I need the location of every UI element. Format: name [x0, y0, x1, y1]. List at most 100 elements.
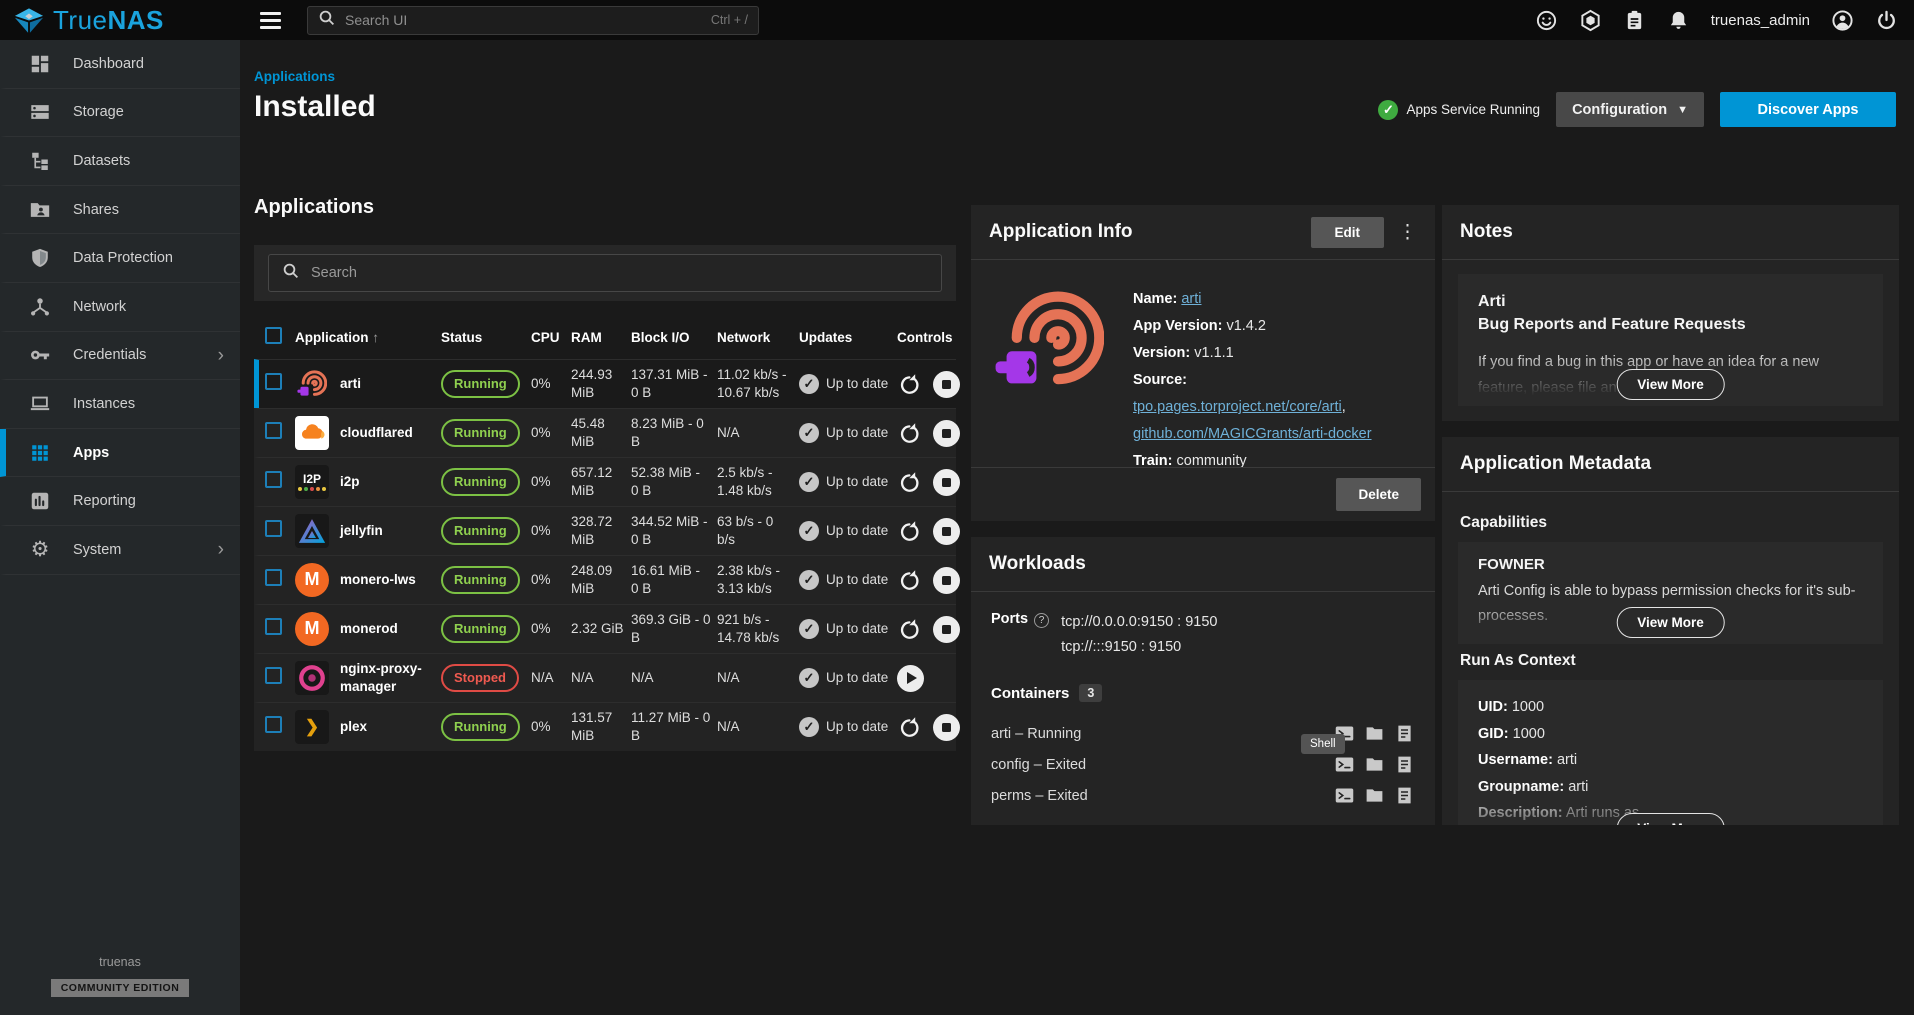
feedback-smiley-icon[interactable] — [1535, 9, 1558, 32]
status-badge: Running — [441, 370, 520, 399]
status-badge: Running — [441, 615, 520, 644]
up-to-date-icon: ✓ — [799, 521, 819, 541]
select-all-checkbox[interactable] — [265, 327, 282, 344]
stop-button[interactable] — [933, 714, 960, 741]
delete-button[interactable]: Delete — [1336, 478, 1421, 511]
container-shell-icon[interactable] — [1334, 785, 1355, 806]
container-logs-icon[interactable] — [1394, 723, 1415, 744]
row-checkbox[interactable] — [265, 373, 282, 390]
cpu-cell: 0% — [531, 718, 571, 736]
breadcrumb[interactable]: Applications — [254, 69, 335, 84]
stop-button[interactable] — [933, 616, 960, 643]
stop-button[interactable] — [933, 469, 960, 496]
configuration-button[interactable]: Configuration ▼ — [1556, 92, 1704, 127]
start-button[interactable] — [897, 665, 924, 692]
container-browse-icon[interactable] — [1364, 723, 1385, 744]
header-actions: ✓ Apps Service Running Configuration ▼ D… — [1378, 92, 1896, 127]
status-badge: Running — [441, 468, 520, 497]
jobs-clipboard-icon[interactable] — [1623, 9, 1646, 32]
view-more-button[interactable]: View More — [1616, 607, 1725, 638]
power-icon[interactable] — [1875, 9, 1898, 32]
app-name-link[interactable]: arti — [1181, 291, 1201, 307]
view-more-button[interactable]: View More — [1616, 369, 1725, 400]
container-browse-icon[interactable] — [1364, 754, 1385, 775]
user-avatar-icon[interactable] — [1831, 9, 1854, 32]
column-header-cpu[interactable]: CPU — [531, 329, 571, 347]
container-shell-icon[interactable] — [1334, 754, 1355, 775]
truenas-logo[interactable]: TrueNAS — [0, 5, 240, 36]
restart-button[interactable] — [897, 469, 924, 496]
chevron-right-icon: › — [218, 540, 224, 559]
sidebar-item-dashboard[interactable]: Dashboard — [0, 40, 240, 89]
restart-button[interactable] — [897, 420, 924, 447]
sidebar-item-reporting[interactable]: Reporting — [0, 477, 240, 526]
app-name: i2p — [340, 473, 360, 491]
app-row-i2p[interactable]: I2Pi2pRunning0%657.12 MiB52.38 MiB - 0 B… — [254, 457, 956, 506]
restart-button[interactable] — [897, 518, 924, 545]
sidebar-item-instances[interactable]: Instances — [0, 380, 240, 429]
apps-grid-icon — [28, 441, 52, 465]
edit-button[interactable]: Edit — [1311, 217, 1385, 248]
app-row-plex[interactable]: ❯plexRunning0%131.57 MiB11.27 MiB - 0 BN… — [254, 702, 956, 751]
i2p-app-icon: I2P — [295, 465, 329, 499]
sidebar-item-network[interactable]: Network — [0, 283, 240, 332]
column-header-application[interactable]: Application ↑ — [295, 329, 441, 347]
row-checkbox[interactable] — [265, 471, 282, 488]
table-search[interactable] — [268, 254, 942, 292]
sidebar-item-datasets[interactable]: Datasets — [0, 137, 240, 186]
container-browse-icon[interactable] — [1364, 785, 1385, 806]
source-link-torproject[interactable]: tpo.pages.torproject.net/core/arti — [1133, 399, 1342, 415]
stop-button[interactable] — [933, 567, 960, 594]
column-header-status[interactable]: Status — [441, 329, 531, 347]
alerts-bell-icon[interactable] — [1667, 9, 1690, 32]
restart-button[interactable] — [897, 714, 924, 741]
topbar: TrueNAS Ctrl + / truenas_admin — [0, 0, 1914, 40]
cpu-cell: 0% — [531, 522, 571, 540]
row-checkbox[interactable] — [265, 520, 282, 537]
menu-toggle-button[interactable] — [256, 8, 285, 33]
sidebar-item-data-protection[interactable]: Data Protection — [0, 234, 240, 283]
sidebar-item-system[interactable]: ⚙System› — [0, 526, 240, 575]
global-search-input[interactable] — [345, 12, 702, 28]
source-link-github[interactable]: github.com/MAGICGrants/arti-docker — [1133, 426, 1372, 442]
container-logs-icon[interactable] — [1394, 785, 1415, 806]
container-row-perms: perms – Exited — [991, 780, 1415, 811]
row-checkbox[interactable] — [265, 667, 282, 684]
app-row-nginx-proxy-manager[interactable]: nginx-proxy-managerStoppedN/AN/AN/AN/A✓U… — [254, 653, 956, 702]
column-header-ram[interactable]: RAM — [571, 329, 631, 347]
app-row-jellyfin[interactable]: jellyfinRunning0%328.72 MiB344.52 MiB - … — [254, 506, 956, 555]
container-logs-icon[interactable] — [1394, 754, 1415, 775]
column-header-block-i-o[interactable]: Block I/O — [631, 329, 717, 347]
column-header-network[interactable]: Network — [717, 329, 799, 347]
row-checkbox[interactable] — [265, 422, 282, 439]
sidebar-item-apps[interactable]: Apps — [0, 429, 240, 478]
stop-button[interactable] — [933, 371, 960, 398]
application-metadata-panel: Application Metadata Capabilities FOWNER… — [1442, 437, 1899, 825]
stop-button[interactable] — [933, 420, 960, 447]
global-search[interactable]: Ctrl + / — [307, 6, 759, 35]
sidebar-item-storage[interactable]: Storage — [0, 89, 240, 138]
port-line: tcp://0.0.0.0:9150 : 9150 — [1061, 610, 1217, 635]
app-row-monerod[interactable]: MmonerodRunning0%2.32 GiB369.3 GiB - 0 B… — [254, 604, 956, 653]
app-row-cloudflared[interactable]: cloudflaredRunning0%45.48 MiB8.23 MiB - … — [254, 408, 956, 457]
column-header-controls[interactable]: Controls — [897, 329, 961, 347]
view-more-button[interactable]: View More — [1616, 813, 1725, 825]
restart-button[interactable] — [897, 371, 924, 398]
column-header-updates[interactable]: Updates — [799, 329, 897, 347]
app-row-arti[interactable]: artiRunning0%244.93 MiB137.31 MiB - 0 B1… — [254, 359, 956, 408]
stop-button[interactable] — [933, 518, 960, 545]
discover-apps-button[interactable]: Discover Apps — [1720, 92, 1896, 127]
restart-button[interactable] — [897, 616, 924, 643]
container-name: perms – Exited — [991, 788, 1088, 804]
row-checkbox[interactable] — [265, 716, 282, 733]
row-checkbox[interactable] — [265, 618, 282, 635]
help-icon[interactable]: ? — [1034, 613, 1049, 628]
row-checkbox[interactable] — [265, 569, 282, 586]
truecommand-icon[interactable] — [1579, 9, 1602, 32]
sidebar-item-shares[interactable]: Shares — [0, 186, 240, 235]
table-search-input[interactable] — [311, 265, 928, 281]
sidebar-item-credentials[interactable]: Credentials› — [0, 332, 240, 381]
app-row-monero-lws[interactable]: Mmonero-lwsRunning0%248.09 MiB16.61 MiB … — [254, 555, 956, 604]
restart-button[interactable] — [897, 567, 924, 594]
kebab-menu-icon[interactable]: ⋮ — [1398, 223, 1417, 242]
